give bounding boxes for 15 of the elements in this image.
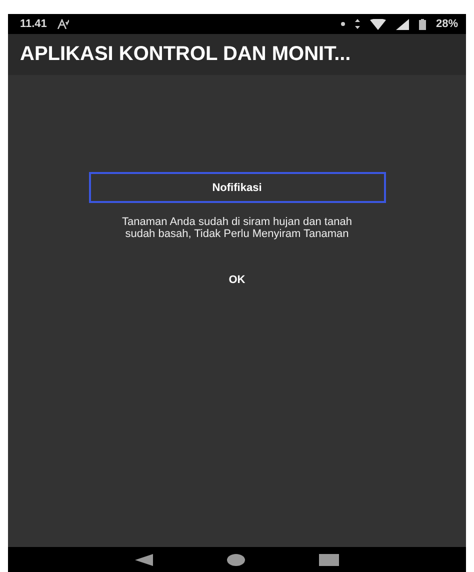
wifi-icon (370, 18, 386, 30)
signal-icon (396, 18, 409, 30)
home-icon[interactable] (227, 554, 245, 566)
data-transfer-icon (354, 19, 360, 29)
dialog-title: Nofifikasi (88, 172, 386, 203)
dialog-message: Tanaman Anda sudah di siram hujan dan tanah sudah basah, Tidak Perlu Menyiram Tanaman (121, 217, 353, 240)
back-icon[interactable] (135, 554, 153, 566)
battery-percentage: 28% (436, 18, 458, 30)
app-title: APLIKASI KONTROL DAN MONIT... (8, 34, 466, 75)
recents-icon[interactable] (319, 554, 339, 566)
ok-button[interactable]: OK (220, 270, 254, 290)
font-icon (56, 19, 69, 29)
dot-icon (340, 22, 345, 26)
battery-icon (418, 18, 426, 30)
clock-time: 11.41 (20, 18, 47, 30)
